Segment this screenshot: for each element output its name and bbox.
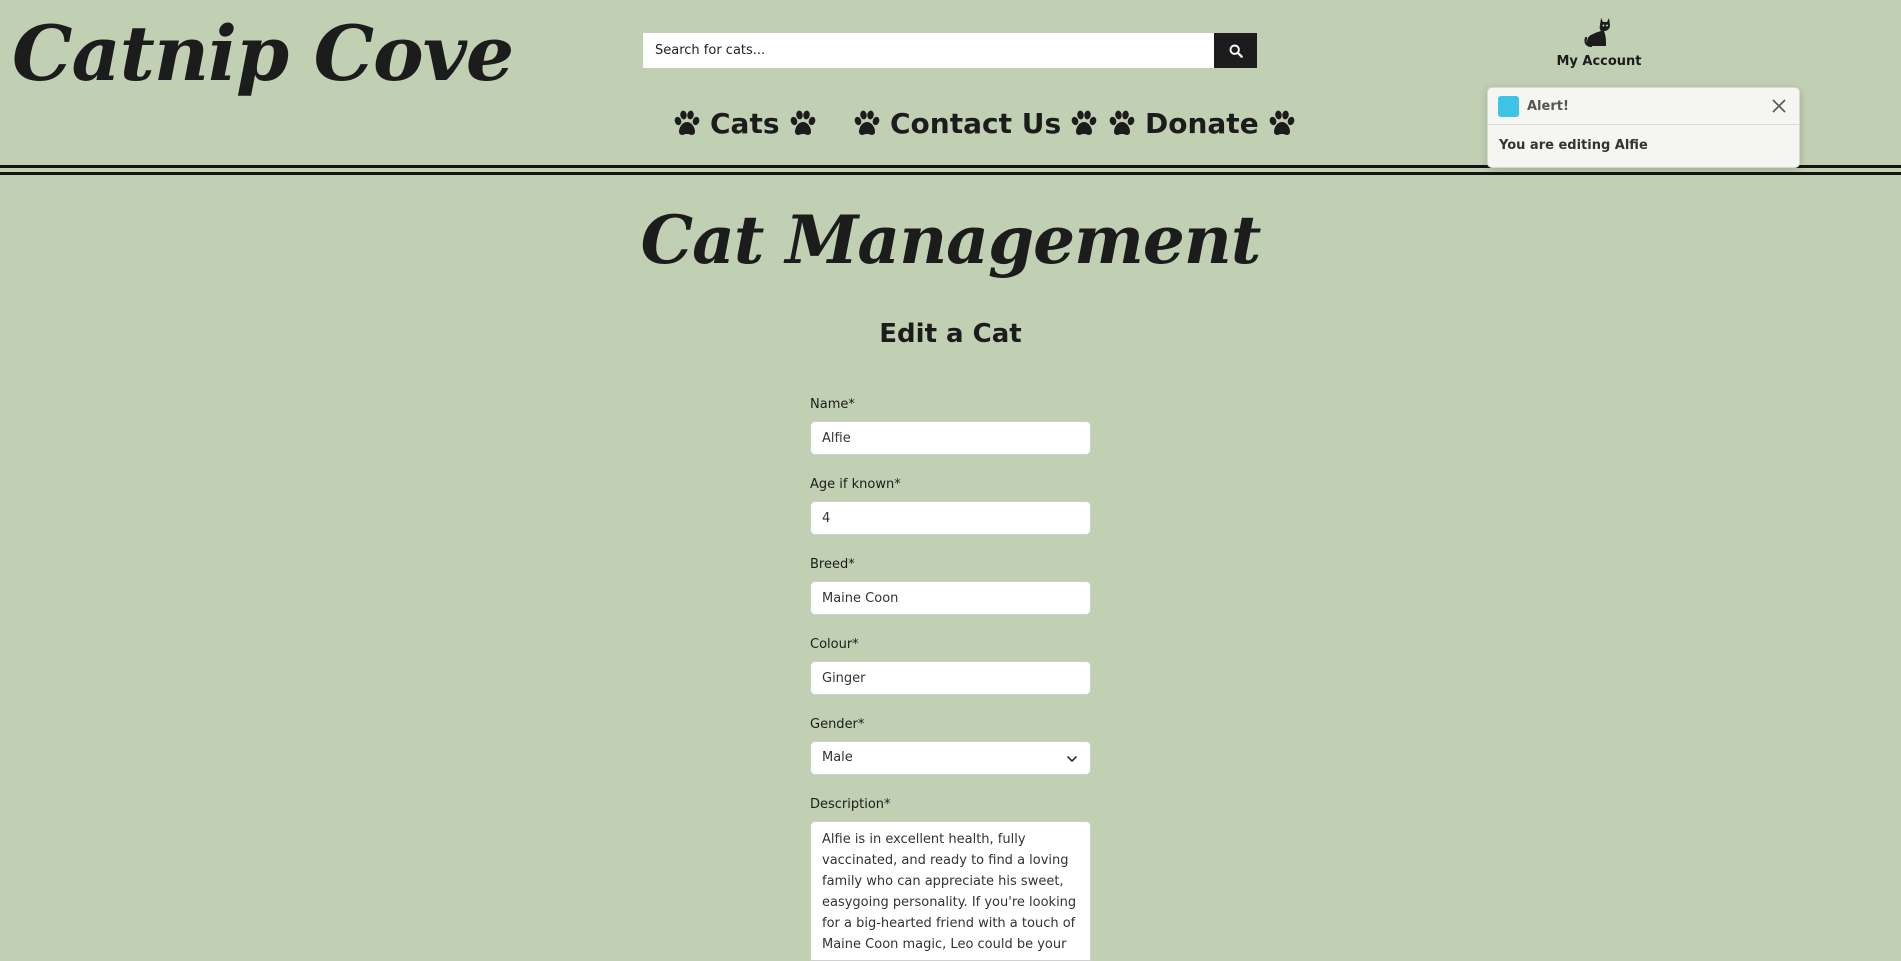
page-subtitle: Edit a Cat [879,319,1022,349]
description-field[interactable]: Alfie is in excellent health, fully vacc… [810,821,1091,961]
header-divider-bottom [0,172,1901,175]
nav-item-contact-us[interactable]: Contact Us [852,107,1099,140]
gender-select[interactable]: Male [810,741,1091,775]
nav-label-donate: Donate [1145,107,1259,140]
paw-icon [790,110,815,135]
age-label: Age if known* [810,477,901,492]
chevron-down-icon [1067,756,1077,762]
paw-icon [1269,110,1295,135]
cat-icon [1584,18,1610,48]
toast-title: Alert! [1527,98,1569,114]
toast-message: You are editing Alfie [1499,138,1648,153]
toast-color-swatch [1498,95,1519,117]
paw-icon [674,110,700,135]
search-icon [1229,44,1243,58]
age-field[interactable] [810,501,1091,535]
paw-icon [1071,110,1097,135]
breed-label: Breed* [810,557,855,572]
page-title: Cat Management [640,201,1262,279]
gender-label: Gender* [810,717,865,732]
paw-icon [1109,110,1135,135]
search-input[interactable] [643,33,1214,68]
nav-label-contact-us: Contact Us [890,107,1062,140]
nav-label-cats: Cats [710,107,780,140]
my-account-label: My Account [1556,54,1642,69]
nav-item-donate[interactable]: Donate [1107,107,1297,140]
toast-close-button[interactable] [1769,96,1789,116]
description-label: Description* [810,797,891,812]
search-bar [643,33,1257,68]
edit-cat-form: Name* Age if known* Breed* Colour* Gende… [810,396,1091,961]
name-field[interactable] [810,421,1091,455]
toast-header: Alert! [1488,88,1799,125]
site-logo[interactable]: Catnip Cove [12,6,514,102]
gender-selected-value: Male [822,750,853,765]
breed-field[interactable] [810,581,1091,615]
close-icon [1772,99,1786,113]
alert-toast: Alert! You are editing Alfie [1487,87,1800,168]
name-label: Name* [810,397,855,412]
my-account-link[interactable]: My Account [1545,16,1653,69]
colour-field[interactable] [810,661,1091,695]
search-button[interactable] [1214,33,1257,68]
colour-label: Colour* [810,637,859,652]
nav-item-cats[interactable]: Cats [672,107,818,140]
paw-icon [854,110,880,135]
